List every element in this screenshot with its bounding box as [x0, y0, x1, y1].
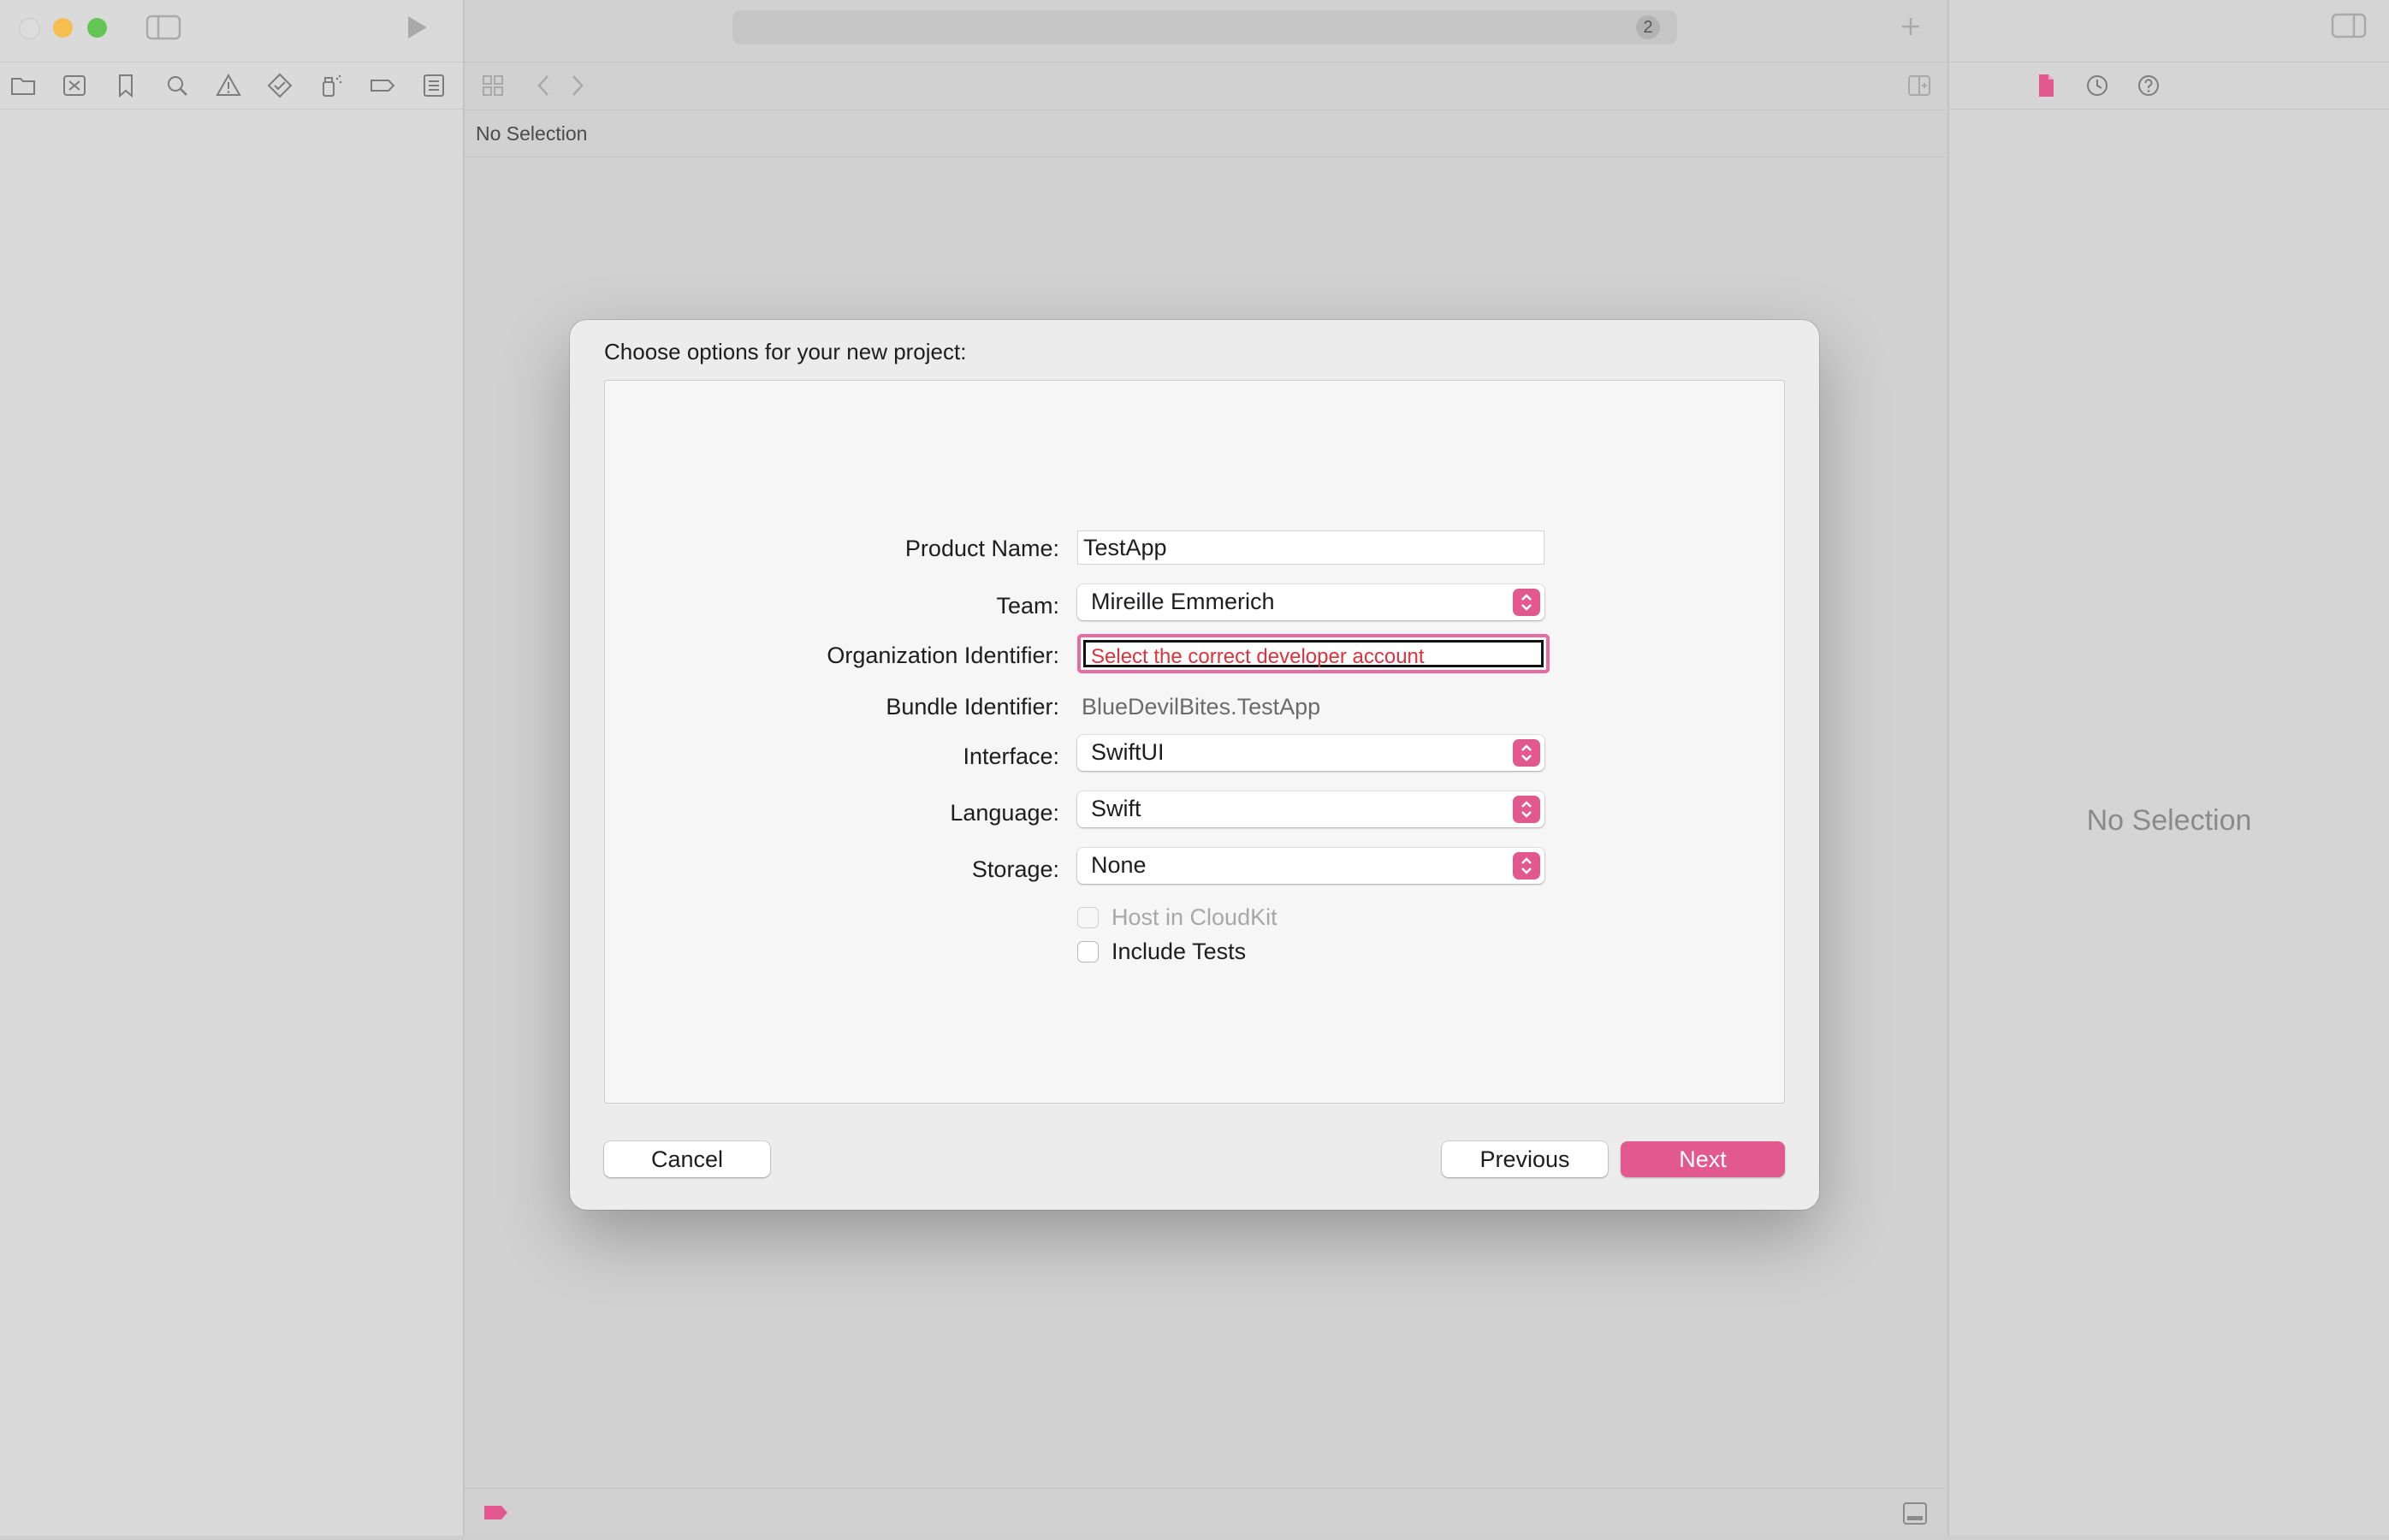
report-icon[interactable]	[419, 71, 448, 100]
bundle-identifier-label: Bundle Identifier:	[886, 694, 1059, 720]
team-row: Team: Mireille Emmerich	[605, 584, 1784, 622]
debug-bar	[465, 1488, 1946, 1537]
grid-icon[interactable]	[478, 71, 507, 100]
previous-button[interactable]: Previous	[1442, 1141, 1608, 1177]
bundle-identifier-value: BlueDevilBites.TestApp	[1082, 694, 1321, 720]
language-row: Language: Swift	[605, 791, 1784, 829]
team-popup[interactable]: Mireille Emmerich	[1077, 584, 1544, 620]
add-icon[interactable]	[1896, 12, 1925, 41]
sidebar-toggle-icon[interactable]	[145, 14, 181, 41]
product-name-label: Product Name:	[904, 536, 1059, 561]
debug-spray-icon[interactable]	[317, 71, 346, 100]
chevron-left-icon[interactable]	[530, 71, 559, 100]
product-name-row: Product Name: TestApp	[605, 530, 1784, 568]
inspector-empty-label: No Selection	[2086, 804, 2252, 837]
window-titlebar-left	[0, 0, 463, 60]
add-editor-icon[interactable]	[1905, 71, 1934, 100]
activity-count-badge: 2	[1636, 15, 1660, 39]
activity-viewer[interactable]: 2	[732, 10, 1677, 44]
options-form: Product Name: TestApp Team: Mireille Emm…	[604, 380, 1785, 1104]
storage-row: Storage: None	[605, 848, 1784, 886]
product-name-field[interactable]: TestApp	[1077, 530, 1544, 565]
checkbox-box	[1077, 907, 1099, 928]
inspector-toolbar	[1949, 62, 2389, 110]
bundle-identifier-row: Bundle Identifier: BlueDevilBites.TestAp…	[605, 690, 1784, 725]
team-value: Mireille Emmerich	[1091, 589, 1275, 614]
editor-toolbar	[465, 62, 1946, 109]
history-icon[interactable]	[2083, 71, 2112, 100]
interface-popup[interactable]: SwiftUI	[1077, 735, 1544, 771]
chevron-updown-icon	[1513, 739, 1540, 767]
close-window-button[interactable]	[19, 18, 40, 39]
checkbox-box[interactable]	[1077, 941, 1099, 962]
search-icon[interactable]	[163, 71, 192, 100]
cancel-button[interactable]: Cancel	[604, 1141, 770, 1177]
organization-identifier-label: Organization Identifier:	[827, 643, 1059, 668]
chevron-updown-icon	[1513, 852, 1540, 880]
jump-bar: No Selection	[465, 110, 1946, 157]
breakpoint-icon[interactable]	[368, 71, 397, 100]
navigator-toolbar	[0, 62, 463, 110]
sheet-title: Choose options for your new project:	[604, 339, 967, 364]
organization-identifier-row: Organization Identifier: Select the corr…	[605, 634, 1784, 675]
help-icon[interactable]	[2134, 71, 2163, 100]
language-value: Swift	[1091, 796, 1141, 821]
focus-ring: Select the correct developer account	[1083, 640, 1544, 668]
folder-icon[interactable]	[9, 71, 38, 100]
interface-value: SwiftUI	[1091, 739, 1165, 765]
inspector-toggle-icon[interactable]	[2331, 12, 2367, 39]
source-control-icon[interactable]	[60, 71, 89, 100]
test-diamond-icon[interactable]	[265, 71, 294, 100]
host-in-cloudkit-label: Host in CloudKit	[1112, 904, 1277, 930]
chevron-right-icon[interactable]	[562, 71, 591, 100]
inspector-pane	[1947, 0, 2389, 1536]
run-icon[interactable]	[402, 13, 431, 42]
language-popup[interactable]: Swift	[1077, 791, 1544, 827]
storage-value: None	[1091, 852, 1147, 878]
next-button[interactable]: Next	[1621, 1141, 1785, 1177]
organization-identifier-field[interactable]: Select the correct developer account	[1077, 634, 1550, 673]
language-label: Language:	[950, 800, 1059, 826]
navigator-pane	[0, 0, 465, 1536]
breakpoint-toggle-icon[interactable]	[482, 1502, 511, 1523]
storage-popup[interactable]: None	[1077, 848, 1544, 884]
chevron-updown-icon	[1513, 589, 1540, 616]
minimize-window-button[interactable]	[53, 18, 73, 38]
warning-icon[interactable]	[214, 71, 243, 100]
organization-identifier-value: Select the correct developer account	[1091, 645, 1425, 668]
new-project-sheet: Choose options for your new project: Pro…	[570, 320, 1819, 1210]
interface-label: Interface:	[963, 743, 1059, 769]
interface-row: Interface: SwiftUI	[605, 735, 1784, 773]
chevron-updown-icon	[1513, 796, 1540, 823]
debug-area-toggle-icon[interactable]	[1900, 1501, 1930, 1526]
include-tests-label: Include Tests	[1112, 939, 1247, 964]
file-inspector-icon[interactable]	[2031, 71, 2060, 100]
bookmark-icon[interactable]	[111, 71, 140, 100]
team-label: Team:	[996, 593, 1059, 619]
jump-bar-text: No Selection	[476, 122, 588, 145]
storage-label: Storage:	[971, 856, 1059, 882]
zoom-window-button[interactable]	[87, 18, 107, 38]
